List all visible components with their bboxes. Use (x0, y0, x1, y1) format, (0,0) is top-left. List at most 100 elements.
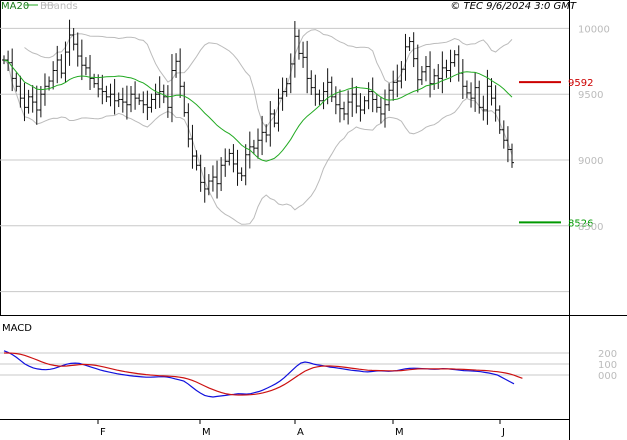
ohlc-bars (2, 19, 514, 203)
ohlc-bar (133, 81, 138, 110)
ohlc-bar (206, 174, 211, 196)
timestamp: © TEC 9/6/2024 3:0 GMT (450, 1, 577, 12)
ohlc-bar (260, 115, 265, 156)
ohlc-bar (124, 85, 129, 120)
ohlc-bar (210, 165, 215, 192)
price-tick-label: 10000 (578, 24, 610, 35)
ohlc-bar (350, 77, 355, 117)
ohlc-bar (149, 93, 154, 113)
ohlc-bar (243, 144, 248, 186)
ohlc-bar (374, 93, 379, 113)
ohlc-bar (215, 160, 220, 199)
ohlc-bar (129, 86, 133, 113)
ohlc-bar (419, 66, 424, 85)
ohlc-bar (378, 96, 383, 124)
ohlc-bar (481, 95, 486, 121)
ohlc-bar (38, 86, 43, 118)
ohlc-bar (395, 64, 400, 98)
ohlc-bar (256, 128, 260, 159)
ohlc-bar (169, 54, 174, 123)
ohlc-bar (292, 21, 297, 78)
ohlc-bar (71, 28, 76, 51)
ohlc-bar (51, 61, 56, 90)
ohlc-bar (510, 143, 514, 168)
ohlc-bar (174, 53, 179, 78)
ohlc-bar (75, 32, 80, 67)
ohlc-bar (120, 87, 125, 113)
ohlc-bar (227, 148, 232, 166)
ohlc-bar (342, 101, 347, 121)
ohlc-bar (223, 148, 228, 177)
ohlc-bar (231, 144, 236, 173)
ohlc-bar (464, 80, 469, 99)
x-tick-label: M (202, 427, 211, 438)
macd-line (3, 350, 515, 398)
ohlc-bar (473, 72, 478, 112)
financial-chart: 95928526 10000950090008500 200100000 FMA… (0, 0, 627, 440)
ohlc-bar (383, 89, 387, 128)
ohlc-bar (329, 76, 334, 103)
ohlc-bar (501, 120, 506, 149)
signal-line (4, 352, 523, 396)
ohlc-bar (407, 36, 412, 51)
x-tick-label: M (395, 427, 404, 438)
legend-bbands-label: BBands (40, 1, 78, 12)
price-grid (0, 27, 569, 293)
ohlc-bar (88, 54, 93, 91)
ohlc-bar (153, 83, 158, 109)
ohlc-bar (264, 124, 269, 143)
ohlc-bar (354, 86, 359, 114)
ohlc-bar (415, 44, 420, 93)
ohlc-bar (440, 51, 445, 94)
ohlc-bar (444, 59, 449, 78)
ohlc-bar (301, 41, 306, 68)
ohlc-bar (456, 45, 461, 82)
ohlc-bar (436, 64, 441, 89)
bollinger-bands (3, 29, 513, 225)
ohlc-bar (30, 85, 35, 113)
macd-title: MACD (2, 323, 32, 334)
ohlc-bar (10, 48, 15, 92)
ohlc-bar (108, 83, 113, 107)
ohlc-bar (313, 74, 318, 106)
ohlc-bar (22, 82, 27, 122)
ohlc-bar (288, 53, 293, 94)
ohlc-bar (489, 78, 494, 106)
ohlc-bar (309, 70, 314, 95)
ohlc-bar (358, 93, 363, 122)
ohlc-bar (145, 90, 150, 121)
ohlc-bar (366, 82, 371, 110)
ohlc-bar (423, 56, 428, 82)
ohlc-bar (219, 157, 224, 192)
macd-tick-label: 100 (598, 360, 617, 371)
ohlc-bar (2, 55, 6, 65)
ohlc-bar (428, 51, 433, 98)
resistance-label: 9592 (568, 78, 593, 89)
ohlc-bar (305, 40, 310, 94)
macd-axis-ticks: 200100000 (598, 349, 617, 382)
price-tick-label: 9500 (578, 90, 603, 101)
ohlc-bar (182, 81, 187, 117)
x-tick-label: F (100, 427, 106, 438)
ohlc-bar (362, 96, 367, 115)
ohlc-bar (296, 29, 301, 60)
ohlc-bar (321, 82, 326, 110)
ohlc-bar (432, 68, 437, 90)
price-tick-label: 9000 (578, 156, 603, 167)
ohlc-bar (460, 59, 465, 99)
ohlc-bar (239, 167, 244, 182)
ohlc-bar (14, 72, 19, 92)
price-axis-ticks: 10000 9500 9000 8500 (578, 24, 610, 232)
ohlc-bar (411, 32, 416, 68)
ohlc-bar (190, 124, 195, 169)
price-tick-label: 8500 (578, 222, 603, 233)
ohlc-bar (333, 86, 338, 115)
ohlc-bar (317, 89, 322, 105)
ohlc-bar (346, 90, 351, 125)
x-tick-label: J (501, 427, 505, 438)
ohlc-bar (399, 61, 404, 89)
x-tick-label: A (297, 427, 304, 438)
ohlc-bar (387, 83, 392, 112)
ohlc-bar (165, 85, 170, 118)
macd-tick-label: 200 (598, 349, 617, 360)
